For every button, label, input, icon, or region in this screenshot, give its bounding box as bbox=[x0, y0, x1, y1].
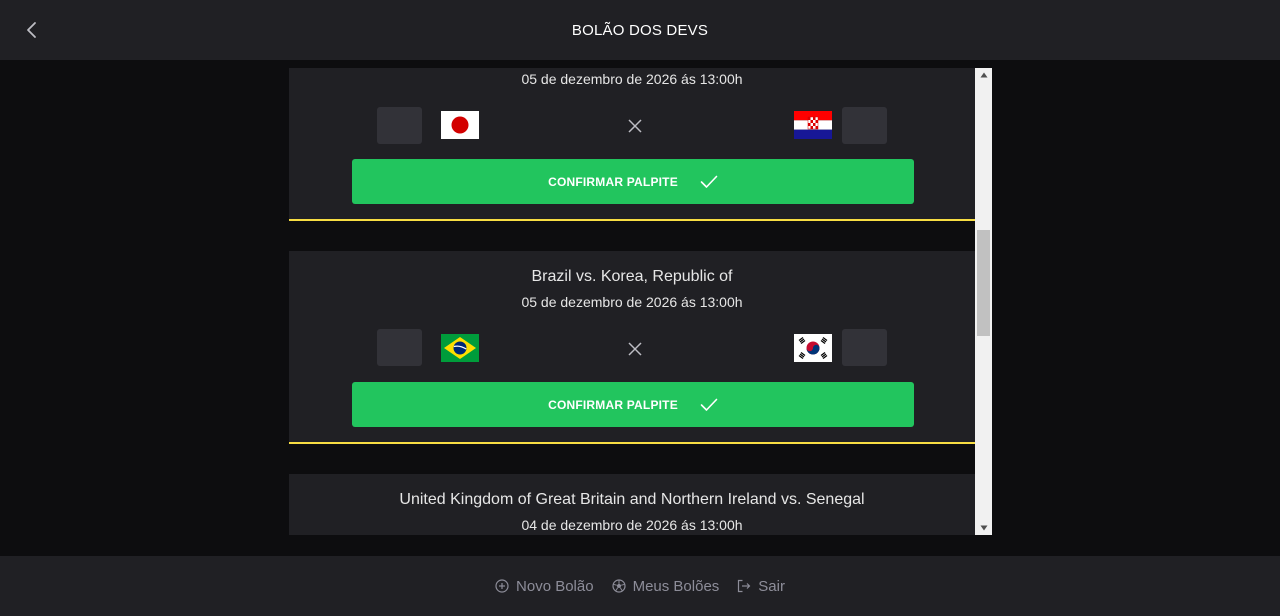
away-flag-korea bbox=[794, 334, 832, 362]
game-title: United Kingdom of Great Britain and Nort… bbox=[399, 491, 865, 508]
soccer-ball-icon bbox=[611, 579, 626, 593]
away-score-input[interactable] bbox=[842, 329, 887, 366]
scrollbar[interactable] bbox=[975, 68, 992, 535]
confirm-label: CONFIRMAR PALPITE bbox=[548, 397, 678, 412]
nav-label: Sair bbox=[758, 577, 785, 595]
game-title: Brazil vs. Korea, Republic of bbox=[531, 268, 733, 285]
check-icon bbox=[700, 175, 718, 188]
versus-x-icon bbox=[628, 342, 642, 356]
home-score-input[interactable] bbox=[377, 107, 422, 144]
home-score-input[interactable] bbox=[377, 329, 422, 366]
top-bar: BOLÃO DOS DEVS bbox=[0, 0, 1280, 60]
games-list[interactable]: 05 de dezembro de 2026 ás 13:00h CONFIRM… bbox=[289, 68, 992, 535]
game-card: Brazil vs. Korea, Republic of 05 de deze… bbox=[289, 251, 975, 444]
confirm-label: CONFIRMAR PALPITE bbox=[548, 174, 678, 189]
nav-sair[interactable]: Sair bbox=[737, 578, 785, 595]
away-flag-croatia bbox=[794, 111, 832, 139]
home-flag-japan bbox=[441, 111, 479, 139]
game-date: 04 de dezembro de 2026 ás 13:00h bbox=[521, 517, 743, 533]
chevron-left-icon[interactable] bbox=[20, 18, 44, 42]
game-date: 05 de dezembro de 2026 ás 13:00h bbox=[521, 294, 743, 310]
scroll-up-arrow-icon[interactable] bbox=[975, 68, 992, 82]
check-icon bbox=[700, 398, 718, 411]
away-score-input[interactable] bbox=[842, 107, 887, 144]
game-card: United Kingdom of Great Britain and Nort… bbox=[289, 474, 975, 535]
nav-meus-boloes[interactable]: Meus Bolões bbox=[611, 577, 720, 595]
home-flag-brazil bbox=[441, 334, 479, 362]
nav-label: Meus Bolões bbox=[632, 577, 720, 595]
nav-label: Novo Bolão bbox=[516, 577, 594, 595]
sign-out-icon bbox=[738, 579, 751, 593]
bottom-nav: Novo Bolão Meus Bolões Sair bbox=[0, 556, 1280, 616]
plus-circle-icon bbox=[495, 579, 509, 593]
game-card: 05 de dezembro de 2026 ás 13:00h CONFIRM… bbox=[289, 68, 975, 221]
confirm-guess-button[interactable]: CONFIRMAR PALPITE bbox=[352, 159, 914, 204]
confirm-guess-button[interactable]: CONFIRMAR PALPITE bbox=[352, 382, 914, 427]
card-accent-bar bbox=[289, 219, 975, 221]
card-accent-bar bbox=[289, 442, 975, 444]
scroll-down-arrow-icon[interactable] bbox=[975, 521, 992, 535]
scrollbar-thumb[interactable] bbox=[977, 230, 990, 336]
games-area: 05 de dezembro de 2026 ás 13:00h CONFIRM… bbox=[0, 60, 1280, 556]
page-title: BOLÃO DOS DEVS bbox=[571, 21, 709, 39]
game-date: 05 de dezembro de 2026 ás 13:00h bbox=[521, 71, 743, 87]
versus-x-icon bbox=[628, 119, 642, 133]
nav-novo-bolao[interactable]: Novo Bolão bbox=[495, 578, 594, 595]
